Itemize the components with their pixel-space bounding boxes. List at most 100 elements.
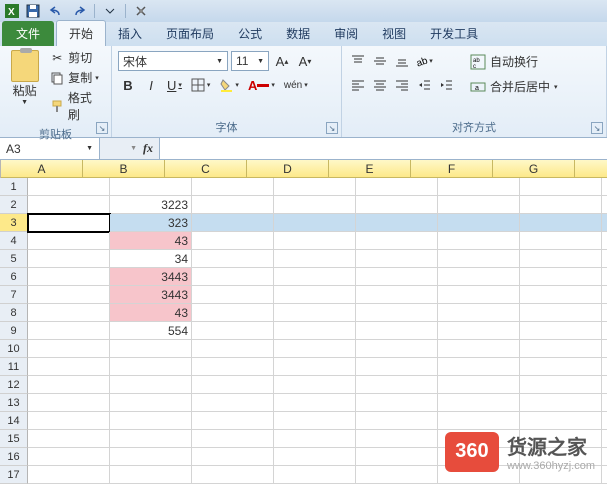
column-header[interactable]: D — [247, 160, 329, 178]
cell[interactable] — [274, 232, 356, 250]
cell[interactable] — [28, 412, 110, 430]
row-header[interactable]: 8 — [0, 304, 28, 322]
cell[interactable] — [602, 304, 607, 322]
cell[interactable] — [192, 448, 274, 466]
cell[interactable] — [356, 430, 438, 448]
cell[interactable] — [602, 268, 607, 286]
cell[interactable] — [356, 322, 438, 340]
align-middle-button[interactable] — [370, 51, 390, 71]
cell[interactable] — [438, 286, 520, 304]
cell[interactable] — [110, 466, 192, 484]
cell[interactable] — [274, 304, 356, 322]
tab-file[interactable]: 文件 — [2, 21, 54, 46]
tab-data[interactable]: 数据 — [274, 21, 322, 46]
row-header[interactable]: 14 — [0, 412, 28, 430]
cell[interactable] — [602, 466, 607, 484]
tab-page-layout[interactable]: 页面布局 — [154, 21, 226, 46]
orientation-button[interactable]: ab▾ — [414, 51, 434, 71]
cell[interactable] — [274, 394, 356, 412]
cell[interactable] — [192, 286, 274, 304]
cell[interactable] — [602, 232, 607, 250]
cell[interactable] — [28, 430, 110, 448]
cell[interactable] — [602, 412, 607, 430]
redo-icon[interactable] — [69, 2, 89, 20]
cell[interactable] — [274, 178, 356, 196]
cell[interactable] — [28, 232, 110, 250]
tab-review[interactable]: 审阅 — [322, 21, 370, 46]
fx-icon[interactable]: fx — [143, 141, 153, 156]
row-header[interactable]: 1 — [0, 178, 28, 196]
row-header[interactable]: 4 — [0, 232, 28, 250]
cell[interactable] — [110, 340, 192, 358]
align-center-button[interactable] — [370, 75, 390, 95]
cell[interactable] — [438, 178, 520, 196]
align-top-button[interactable] — [348, 51, 368, 71]
row-header[interactable]: 15 — [0, 430, 28, 448]
row-header[interactable]: 3 — [0, 214, 28, 232]
cell[interactable]: 3223 — [110, 196, 192, 214]
cell[interactable] — [438, 322, 520, 340]
column-header[interactable]: G — [493, 160, 575, 178]
cell[interactable] — [192, 358, 274, 376]
column-header[interactable]: C — [165, 160, 247, 178]
cell[interactable] — [274, 376, 356, 394]
cell[interactable] — [192, 340, 274, 358]
cell[interactable] — [192, 250, 274, 268]
cell[interactable]: 3443 — [110, 268, 192, 286]
tools-icon[interactable] — [131, 2, 151, 20]
paste-button[interactable]: 粘贴 ▼ — [6, 48, 43, 124]
cell[interactable] — [356, 214, 438, 232]
cell[interactable] — [602, 430, 607, 448]
cell[interactable] — [28, 340, 110, 358]
cell[interactable] — [602, 448, 607, 466]
cell[interactable] — [602, 250, 607, 268]
row-header[interactable]: 11 — [0, 358, 28, 376]
cell[interactable] — [28, 178, 110, 196]
cell[interactable] — [520, 340, 602, 358]
cell[interactable] — [602, 214, 607, 232]
tab-home[interactable]: 开始 — [56, 20, 106, 46]
cell[interactable] — [438, 394, 520, 412]
cell[interactable] — [602, 286, 607, 304]
fill-color-button[interactable]: ▾ — [216, 75, 242, 95]
phonetic-button[interactable]: wén▾ — [281, 75, 311, 95]
row-header[interactable]: 10 — [0, 340, 28, 358]
column-header[interactable]: F — [411, 160, 493, 178]
chevron-down-icon[interactable]: ▼ — [86, 145, 93, 152]
cell[interactable] — [28, 268, 110, 286]
cell[interactable] — [356, 376, 438, 394]
cell[interactable] — [356, 412, 438, 430]
cell[interactable] — [28, 466, 110, 484]
tab-insert[interactable]: 插入 — [106, 21, 154, 46]
undo-icon[interactable] — [46, 2, 66, 20]
cell[interactable] — [356, 466, 438, 484]
cell[interactable]: 554 — [110, 322, 192, 340]
cell[interactable] — [438, 358, 520, 376]
column-header[interactable]: E — [329, 160, 411, 178]
cell[interactable] — [192, 214, 274, 232]
cell[interactable] — [356, 358, 438, 376]
cell[interactable] — [274, 340, 356, 358]
cell[interactable] — [438, 250, 520, 268]
cell[interactable] — [274, 448, 356, 466]
copy-button[interactable]: 复制▾ — [47, 68, 105, 87]
cell[interactable] — [356, 286, 438, 304]
cell[interactable] — [192, 412, 274, 430]
align-right-button[interactable] — [392, 75, 412, 95]
row-header[interactable]: 16 — [0, 448, 28, 466]
cell[interactable] — [192, 178, 274, 196]
cell[interactable] — [274, 358, 356, 376]
cell[interactable] — [110, 430, 192, 448]
cell[interactable] — [274, 286, 356, 304]
cell[interactable] — [602, 376, 607, 394]
row-header[interactable]: 17 — [0, 466, 28, 484]
tab-view[interactable]: 视图 — [370, 21, 418, 46]
cell[interactable] — [192, 268, 274, 286]
cell[interactable] — [192, 430, 274, 448]
font-size-select[interactable]: 11▼ — [231, 51, 269, 71]
cell[interactable] — [274, 250, 356, 268]
increase-font-button[interactable]: A▴ — [272, 51, 292, 71]
decrease-font-button[interactable]: A▾ — [295, 51, 315, 71]
cell[interactable] — [520, 214, 602, 232]
cell[interactable] — [356, 268, 438, 286]
